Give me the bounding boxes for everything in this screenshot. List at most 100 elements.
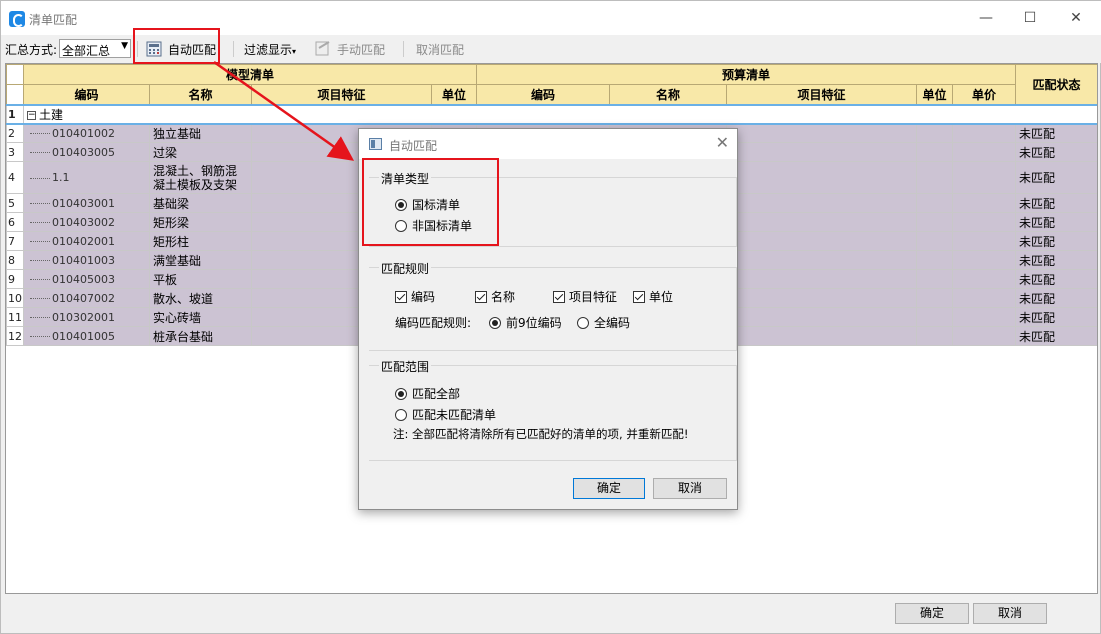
group-row-civil[interactable]: 1 − 土建	[6, 103, 1097, 125]
dialog-title-bar: 自动匹配 ✕	[359, 129, 737, 159]
summary-select[interactable]: 全部汇总 ▼	[59, 39, 131, 58]
filter-display-label: 过滤显示	[244, 43, 293, 57]
budget-unit-cell	[916, 193, 954, 213]
dialog-ok-button[interactable]: 确定	[573, 478, 645, 499]
corner-cell	[6, 64, 24, 85]
status-cell: 未匹配	[1015, 142, 1097, 162]
name-cell: 基础梁	[149, 193, 252, 213]
budget-unit-cell	[916, 231, 954, 251]
minimize-button[interactable]: —	[976, 9, 996, 27]
tree-line	[30, 298, 50, 299]
col-budget-price[interactable]: 单价	[952, 84, 1017, 105]
collapse-toggle-icon[interactable]: −	[27, 110, 36, 120]
app-icon	[9, 11, 25, 27]
checkbox-name[interactable]: 名称	[475, 288, 515, 305]
status-cell: 未匹配	[1015, 193, 1097, 213]
close-button[interactable]: ✕	[1066, 9, 1086, 27]
checkbox-checked-icon	[553, 290, 565, 303]
row-number: 10	[6, 288, 24, 308]
budget-feature-cell	[726, 288, 918, 308]
group-cell: − 土建	[22, 103, 1097, 125]
budget-unit-cell	[916, 269, 954, 289]
col-budget-feature[interactable]: 项目特征	[726, 84, 918, 105]
maximize-button[interactable]: ☐	[1020, 9, 1040, 27]
filter-display-button[interactable]: 过滤显示▾	[244, 41, 296, 58]
match-scope-group: 匹配范围 匹配全部 匹配未匹配清单 注: 全部匹配将清除所有已匹配好的清单的项,…	[369, 358, 737, 461]
code-text: 1.1	[52, 171, 70, 184]
code-cell: 010405003	[23, 269, 150, 289]
code-cell: 010403001	[23, 193, 150, 213]
row-number: 1	[6, 103, 24, 125]
code-cell: 010402001	[23, 231, 150, 251]
col-feature[interactable]: 项目特征	[251, 84, 432, 105]
name-cell: 散水、坡道	[149, 288, 252, 308]
status-cell: 未匹配	[1015, 231, 1097, 251]
model-list-header: 模型清单	[22, 64, 478, 85]
budget-feature-cell	[726, 307, 918, 327]
cancel-match-button[interactable]: 取消匹配	[416, 41, 464, 58]
checkbox-code-label: 编码	[411, 290, 436, 304]
budget-feature-cell	[726, 269, 918, 289]
manual-match-button[interactable]: 手动匹配	[337, 41, 385, 58]
col-budget-code[interactable]: 编码	[476, 84, 611, 105]
col-budget-name[interactable]: 名称	[609, 84, 728, 105]
status-cell: 未匹配	[1015, 288, 1097, 308]
row-number: 4	[6, 161, 24, 194]
window-title: 清单匹配	[29, 13, 78, 27]
checkbox-feature-label: 项目特征	[569, 290, 618, 304]
tree-line	[30, 241, 50, 242]
name-cell: 实心砖墙	[149, 307, 252, 327]
dialog-cancel-button[interactable]: 取消	[653, 478, 727, 499]
code-cell: 010403005	[23, 142, 150, 162]
checkbox-feature[interactable]: 项目特征	[553, 288, 617, 305]
radio-first9-code[interactable]: 前9位编码	[489, 314, 562, 331]
col-code[interactable]: 编码	[23, 84, 150, 105]
radio-first9-code-label: 前9位编码	[506, 316, 562, 330]
budget-feature-cell	[726, 142, 918, 162]
name-cell: 满堂基础	[149, 250, 252, 270]
checkbox-unit-label: 单位	[649, 290, 674, 304]
checkbox-unit[interactable]: 单位	[633, 288, 673, 305]
budget-price-cell	[952, 288, 1017, 308]
code-cell: 1.1	[23, 161, 150, 194]
manual-match-icon	[315, 40, 331, 56]
status-cell: 未匹配	[1015, 212, 1097, 232]
budget-unit-cell	[916, 212, 954, 232]
list-type-highlight-box	[362, 158, 499, 246]
summary-label: 汇总方式:	[5, 43, 58, 57]
radio-full-code[interactable]: 全编码	[577, 314, 630, 331]
tree-line	[30, 260, 50, 261]
col-name[interactable]: 名称	[149, 84, 252, 105]
tree-line	[30, 336, 50, 337]
col-unit[interactable]: 单位	[430, 84, 478, 105]
status-cell: 未匹配	[1015, 161, 1097, 194]
code-text: 010403005	[52, 145, 115, 159]
budget-price-cell	[952, 269, 1017, 289]
radio-match-unmatched[interactable]: 匹配未匹配清单	[395, 406, 496, 423]
name-cell: 混凝土、钢筋混凝土模板及支架	[149, 161, 252, 194]
checkbox-code[interactable]: 编码	[395, 288, 435, 305]
match-scope-label: 匹配范围	[379, 358, 432, 375]
ok-button[interactable]: 确定	[895, 603, 969, 624]
name-cell: 过梁	[149, 142, 252, 162]
radio-full-code-label: 全编码	[594, 316, 631, 330]
budget-price-cell	[952, 250, 1017, 270]
dialog-title: 自动匹配	[389, 139, 438, 153]
name-cell: 矩形梁	[149, 212, 252, 232]
budget-feature-cell	[726, 212, 918, 232]
row-number: 5	[6, 193, 24, 213]
cancel-button[interactable]: 取消	[973, 603, 1047, 624]
code-cell: 010302001	[23, 307, 150, 327]
col-budget-unit[interactable]: 单位	[916, 84, 954, 105]
checkbox-checked-icon	[475, 290, 487, 303]
name-cell: 平板	[149, 269, 252, 289]
dialog-close-icon[interactable]: ✕	[716, 133, 729, 152]
budget-unit-cell	[916, 288, 954, 308]
radio-match-all[interactable]: 匹配全部	[395, 385, 460, 402]
radio-selected-icon	[395, 387, 407, 400]
summary-select-value: 全部汇总	[62, 44, 111, 58]
radio-match-unmatched-label: 匹配未匹配清单	[412, 408, 497, 422]
budget-unit-cell	[916, 161, 954, 194]
tree-line	[30, 222, 50, 223]
radio-selected-icon	[489, 316, 501, 329]
